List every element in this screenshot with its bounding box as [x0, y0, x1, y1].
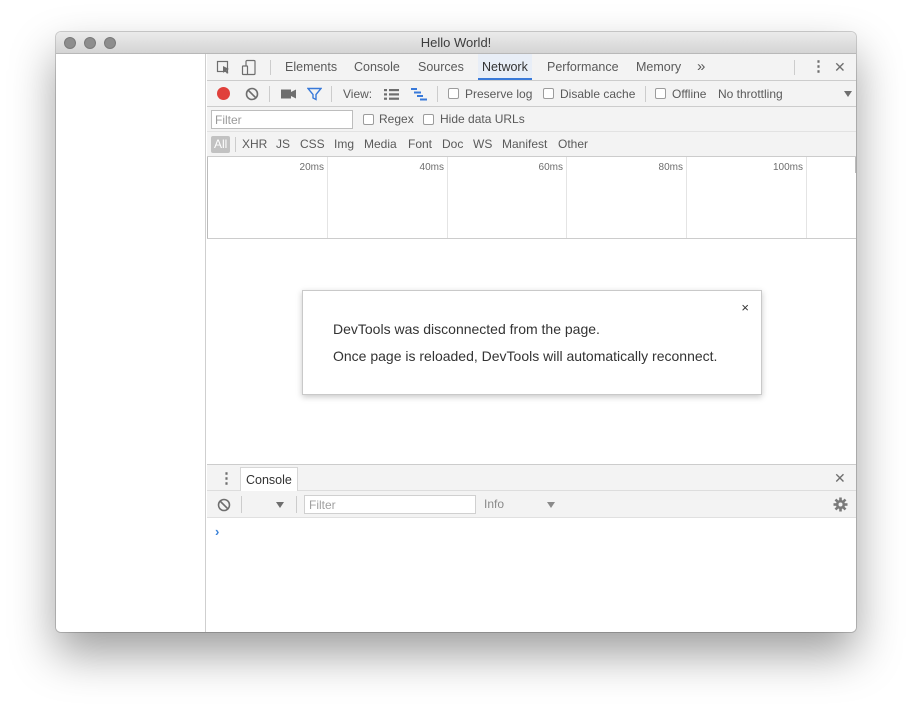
log-level-select[interactable]: Info	[484, 491, 504, 518]
regex-label: Regex	[379, 112, 414, 126]
type-filter-ws[interactable]: WS	[473, 136, 492, 153]
disable-cache-checkbox[interactable]	[543, 88, 554, 99]
regex-checkbox[interactable]	[363, 114, 374, 125]
filter-funnel-icon[interactable]	[307, 87, 322, 101]
type-filter-all[interactable]: All	[211, 136, 231, 153]
tab-network[interactable]: Network	[478, 54, 532, 80]
tab-memory[interactable]: Memory	[636, 54, 681, 80]
toolbar-divider	[331, 86, 332, 102]
large-rows-icon[interactable]	[384, 89, 399, 100]
toolbar-divider	[437, 86, 438, 102]
timeline-tick-label: 100ms	[772, 162, 803, 173]
network-filter-input[interactable]	[211, 110, 353, 129]
timeline-tick-label: 80ms	[658, 162, 683, 173]
type-filter-img[interactable]: Img	[334, 136, 354, 153]
console-filter-input[interactable]	[304, 495, 476, 514]
timeline-tick-label: 40ms	[419, 162, 444, 173]
drawer-tabbar: ⋮ Console ✕	[207, 464, 856, 491]
clear-icon[interactable]	[245, 87, 259, 101]
toolbar-divider	[241, 496, 242, 513]
type-filter-xhr[interactable]: XHR	[242, 136, 267, 153]
preserve-log-checkbox[interactable]	[448, 88, 459, 99]
tab-performance[interactable]: Performance	[547, 54, 619, 80]
device-toolbar-icon[interactable]	[241, 59, 257, 76]
toolbar-divider	[296, 496, 297, 513]
console-prompt-icon[interactable]: ›	[215, 524, 219, 539]
resource-type-bar: All XHR JS CSS Img Media Font Doc WS Man…	[207, 132, 856, 157]
type-filter-font[interactable]: Font	[408, 136, 432, 153]
timeline-scroll-marker	[855, 157, 856, 173]
devtools-panel: Elements Console Sources Network Perform…	[207, 54, 856, 632]
window-title: Hello World!	[420, 35, 492, 50]
toolbar-divider	[645, 86, 646, 102]
page-viewport[interactable]	[56, 54, 206, 632]
tab-console[interactable]: Console	[354, 54, 400, 80]
throttling-select[interactable]: No throttling	[718, 81, 783, 107]
type-filter-js[interactable]: JS	[276, 136, 290, 153]
disable-cache-label: Disable cache	[560, 87, 636, 101]
waterfall-view-icon[interactable]	[411, 88, 427, 101]
chevron-down-icon[interactable]	[844, 91, 852, 97]
tab-sources[interactable]: Sources	[418, 54, 464, 80]
drawer-tab-console[interactable]: Console	[240, 467, 298, 491]
type-filter-doc[interactable]: Doc	[442, 136, 463, 153]
type-filter-media[interactable]: Media	[364, 136, 397, 153]
record-icon[interactable]	[217, 87, 230, 100]
timeline-tick-label: 60ms	[538, 162, 563, 173]
browser-window: Hello World! Elements Console Sources Ne…	[56, 32, 856, 632]
context-select-chevron-icon[interactable]	[276, 502, 284, 508]
timeline-gridline	[447, 157, 448, 238]
chevron-down-icon[interactable]	[547, 502, 555, 508]
devtools-menu-icon[interactable]: ⋮	[811, 54, 826, 80]
dialog-message-line1: DevTools was disconnected from the page.	[333, 321, 600, 337]
close-dialog-icon[interactable]: ×	[741, 300, 749, 315]
toolbar-divider	[270, 60, 271, 75]
preserve-log-label: Preserve log	[465, 87, 533, 101]
toolbar-divider	[269, 86, 270, 102]
tab-elements[interactable]: Elements	[285, 54, 337, 80]
disconnected-dialog: × DevTools was disconnected from the pag…	[302, 290, 762, 395]
offline-label: Offline	[672, 87, 707, 101]
timeline-tick-label: 20ms	[299, 162, 324, 173]
more-tabs-icon[interactable]: »	[697, 54, 705, 80]
devtools-tabbar: Elements Console Sources Network Perform…	[207, 54, 856, 81]
window-titlebar: Hello World!	[56, 32, 856, 54]
dialog-message-line2: Once page is reloaded, DevTools will aut…	[333, 348, 718, 364]
type-filter-other[interactable]: Other	[558, 136, 588, 153]
timeline-gridline	[566, 157, 567, 238]
timeline-overview[interactable]: 20ms 40ms 60ms 80ms 100ms	[207, 157, 856, 239]
toolbar-divider	[235, 137, 236, 152]
clear-console-icon[interactable]	[217, 498, 231, 512]
timeline-gridline	[686, 157, 687, 238]
offline-checkbox[interactable]	[655, 88, 666, 99]
type-filter-manifest[interactable]: Manifest	[502, 136, 547, 153]
hide-data-urls-checkbox[interactable]	[423, 114, 434, 125]
video-camera-icon[interactable]	[281, 89, 297, 99]
timeline-gridline	[806, 157, 807, 238]
view-label: View:	[343, 87, 373, 101]
drawer-menu-icon[interactable]: ⋮	[219, 469, 234, 487]
close-devtools-icon[interactable]: ✕	[834, 54, 846, 80]
type-filter-css[interactable]: CSS	[300, 136, 325, 153]
console-toolbar: Info	[207, 491, 856, 518]
gear-icon[interactable]	[833, 497, 848, 512]
timeline-gridline	[327, 157, 328, 238]
inspect-element-icon[interactable]	[216, 60, 231, 75]
network-toolbar: View: Preserve log Disable cache Offline…	[207, 81, 856, 107]
close-drawer-icon[interactable]: ✕	[834, 470, 846, 487]
filter-bar: Regex Hide data URLs	[207, 107, 856, 132]
toolbar-divider	[794, 60, 795, 75]
hide-data-urls-label: Hide data URLs	[440, 112, 525, 126]
